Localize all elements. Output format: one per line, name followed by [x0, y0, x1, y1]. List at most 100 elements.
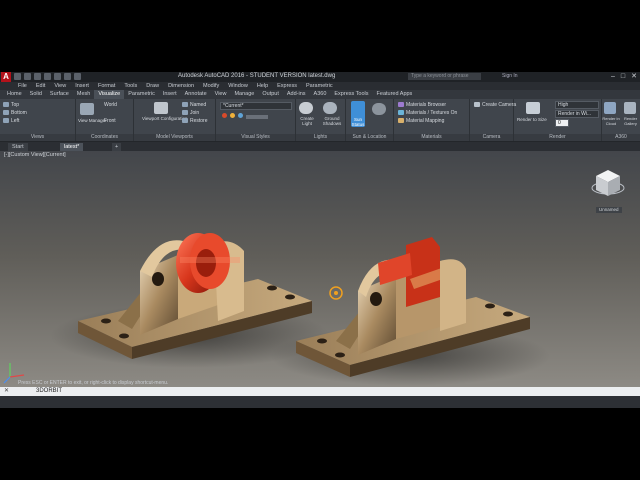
- menu-modify[interactable]: Modify: [203, 82, 219, 90]
- mapping-icon: [398, 118, 404, 124]
- edge-color-icon[interactable]: [222, 113, 227, 118]
- view-bottom-button[interactable]: Bottom: [3, 110, 27, 116]
- close-button[interactable]: ✕: [631, 73, 637, 80]
- view-top-button[interactable]: Top: [3, 102, 19, 108]
- tab-solid[interactable]: Solid: [26, 90, 46, 99]
- tab-featured-apps[interactable]: Featured Apps: [373, 90, 417, 99]
- bottom-view-icon: [3, 110, 9, 116]
- create-light-icon[interactable]: [299, 102, 313, 114]
- materials-textures-button[interactable]: Materials / Textures On: [398, 110, 457, 116]
- redo-icon[interactable]: [74, 73, 81, 80]
- new-icon[interactable]: [14, 73, 21, 80]
- autocad-window: A Autodesk AutoCAD 2016 - STUDENT VERSIO…: [0, 72, 640, 408]
- view-manager-label: View Manager: [78, 118, 107, 123]
- sky-icon[interactable]: [372, 103, 386, 115]
- menu-file[interactable]: File: [18, 82, 27, 90]
- plot-icon[interactable]: [54, 73, 61, 80]
- sign-in-button[interactable]: Sign In: [502, 73, 518, 79]
- render-cloud-label: Render in Cloud: [602, 116, 620, 126]
- tab-start[interactable]: Start: [8, 143, 28, 151]
- a360-panel: Render in Cloud Render Gallery A360: [602, 99, 640, 141]
- tab-surface[interactable]: Surface: [46, 90, 73, 99]
- menu-insert[interactable]: Insert: [75, 82, 89, 90]
- viewcube-label[interactable]: Unnamed: [596, 207, 622, 213]
- menu-dimension[interactable]: Dimension: [168, 82, 194, 90]
- join-viewports-button[interactable]: Join: [182, 110, 199, 116]
- material-mapping-button[interactable]: Material Mapping: [398, 118, 444, 124]
- xray-icon[interactable]: [238, 113, 243, 118]
- tab-express-tools[interactable]: Express Tools: [330, 90, 372, 99]
- textures-icon: [398, 110, 404, 116]
- save-icon[interactable]: [34, 73, 41, 80]
- tab-view[interactable]: View: [211, 90, 231, 99]
- save-as-icon[interactable]: [44, 73, 51, 80]
- materials-browser-button[interactable]: Materials Browser: [398, 102, 446, 108]
- tab-mesh[interactable]: Mesh: [73, 90, 94, 99]
- title-bar: A Autodesk AutoCAD 2016 - STUDENT VERSIO…: [0, 72, 640, 82]
- menu-express[interactable]: Express: [277, 82, 297, 90]
- tab-manage[interactable]: Manage: [230, 90, 258, 99]
- visual-style-dropdown[interactable]: *Current*: [220, 102, 292, 110]
- view-manager-icon[interactable]: [80, 103, 94, 115]
- materials-browser-icon: [398, 102, 404, 108]
- a360-panel-label: A360: [602, 134, 640, 141]
- tab-annotate[interactable]: Annotate: [181, 90, 211, 99]
- command-history: Press ESC or ENTER to exit, or right-cli…: [18, 380, 169, 386]
- tab-add-ins[interactable]: Add-ins: [283, 90, 310, 99]
- render-gallery-icon[interactable]: [624, 102, 636, 114]
- maximize-button[interactable]: □: [621, 73, 625, 80]
- menu-format[interactable]: Format: [98, 82, 115, 90]
- viewport-configuration-icon[interactable]: [154, 102, 168, 114]
- tab-latest[interactable]: latest*: [60, 143, 84, 151]
- ground-shadows-icon[interactable]: [323, 102, 337, 114]
- materials-panel: Materials Browser Materials / Textures O…: [394, 99, 470, 141]
- close-command-line-icon[interactable]: ✕: [4, 388, 9, 395]
- create-camera-button[interactable]: Create Camera: [474, 102, 516, 108]
- menu-tools[interactable]: Tools: [124, 82, 137, 90]
- tab-parametric[interactable]: Parametric: [124, 90, 159, 99]
- menu-parametric[interactable]: Parametric: [306, 82, 333, 90]
- view-left-button[interactable]: Left: [3, 118, 19, 124]
- camera-panel-label: Camera: [470, 134, 513, 141]
- tab-output[interactable]: Output: [258, 90, 283, 99]
- menu-window[interactable]: Window: [228, 82, 248, 90]
- render-cloud-icon[interactable]: [604, 102, 616, 114]
- render-to-size-icon[interactable]: [526, 102, 540, 114]
- viewcube[interactable]: [590, 166, 626, 202]
- autocad-logo-icon[interactable]: A: [1, 72, 11, 82]
- named-viewports-button[interactable]: Named: [182, 102, 206, 108]
- sun-location-panel: Sun Status Sun & Location: [346, 99, 394, 141]
- search-input[interactable]: Type a keyword or phrase: [408, 73, 481, 80]
- command-input[interactable]: 3DORBIT: [36, 388, 62, 395]
- window-title: Autodesk AutoCAD 2016 - STUDENT VERSION …: [178, 73, 336, 79]
- tab-visualize[interactable]: Visualize: [94, 90, 125, 99]
- minimize-button[interactable]: –: [611, 73, 615, 80]
- render-exposure-input[interactable]: 0: [555, 119, 569, 127]
- lights-panel-label: Lights: [296, 134, 345, 141]
- views-panel: Top Bottom Left Views: [0, 99, 76, 141]
- model-viewports-panel: Viewport Configuration Named Join Restor…: [134, 99, 216, 141]
- face-color-icon[interactable]: [230, 113, 235, 118]
- tab-insert[interactable]: Insert: [159, 90, 181, 99]
- new-tab-button[interactable]: +: [112, 143, 122, 151]
- menu-draw[interactable]: Draw: [146, 82, 159, 90]
- visual-styles-panel: *Current* Visual Styles: [216, 99, 296, 141]
- tab-a360[interactable]: A360: [310, 90, 331, 99]
- tab-home[interactable]: Home: [3, 90, 26, 99]
- top-view-icon: [3, 102, 9, 108]
- undo-icon[interactable]: [64, 73, 71, 80]
- open-icon[interactable]: [24, 73, 31, 80]
- front-ucs-dropdown[interactable]: Front: [104, 118, 116, 124]
- restore-viewports-button[interactable]: Restore: [182, 118, 208, 124]
- render-in-dropdown[interactable]: Render in Wi...: [555, 110, 599, 118]
- opacity-slider[interactable]: [246, 114, 268, 119]
- menu-help[interactable]: Help: [257, 82, 268, 90]
- viewcube-icon[interactable]: [590, 166, 626, 202]
- render-quality-dropdown[interactable]: High: [555, 101, 599, 109]
- world-ucs-dropdown[interactable]: World: [104, 102, 117, 108]
- menu-view[interactable]: View: [54, 82, 66, 90]
- command-line[interactable]: ✕ 3DORBIT: [0, 387, 640, 396]
- drawing-viewport[interactable]: [-][Custom View][Current] Unnamed Press …: [0, 151, 640, 387]
- status-bar: [0, 396, 640, 408]
- menu-edit[interactable]: Edit: [36, 82, 45, 90]
